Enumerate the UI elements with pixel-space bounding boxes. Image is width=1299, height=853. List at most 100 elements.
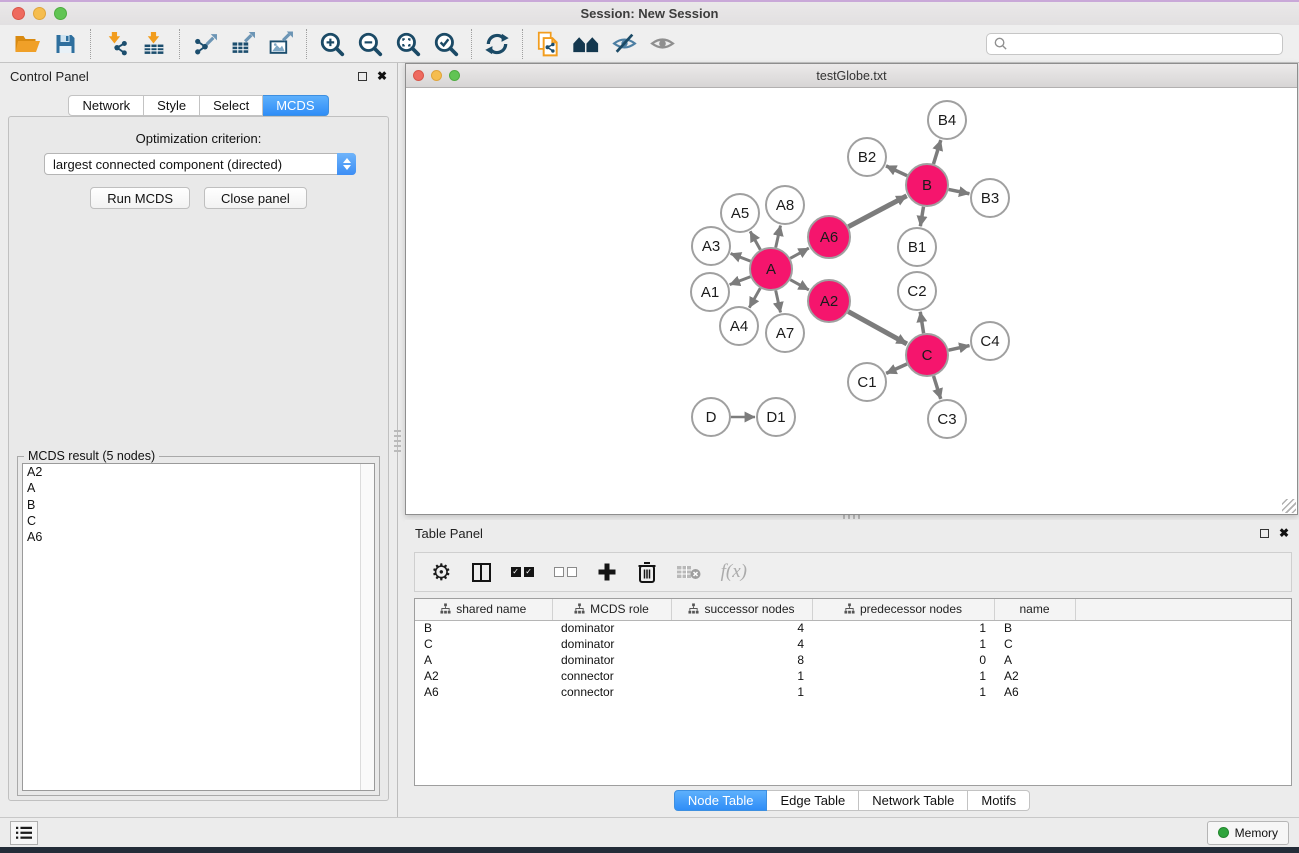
node-label-C1: C1	[857, 374, 876, 391]
control-panel-header: Control Panel ✖	[0, 63, 397, 89]
close-panel-icon[interactable]: ✖	[1279, 529, 1289, 538]
table-row[interactable]: Adominator80A	[415, 652, 1291, 668]
table-row[interactable]: Cdominator41C	[415, 636, 1291, 652]
tab-network-table[interactable]: Network Table	[859, 790, 968, 811]
show-columns-button[interactable]	[472, 559, 491, 585]
table-row[interactable]: A2connector11A2	[415, 668, 1291, 684]
tab-motifs[interactable]: Motifs	[968, 790, 1030, 811]
edge-A-A5[interactable]	[750, 231, 760, 249]
network-titlebar: testGlobe.txt	[406, 64, 1297, 88]
column-header-mcds-role[interactable]: MCDS role	[552, 599, 671, 620]
export-table-button[interactable]	[224, 28, 262, 60]
result-list-item[interactable]: B	[23, 497, 374, 513]
float-panel-icon[interactable]	[1260, 529, 1269, 538]
search-input[interactable]	[1008, 37, 1276, 51]
import-network-button[interactable]	[97, 28, 135, 60]
edge-A2-C[interactable]	[848, 312, 907, 344]
save-session-button[interactable]	[46, 28, 84, 60]
function-builder-button[interactable]: f(x)	[721, 559, 747, 585]
first-neighbors-button[interactable]	[567, 28, 605, 60]
vertical-split-grip[interactable]	[394, 430, 401, 452]
export-network-button[interactable]	[186, 28, 224, 60]
hide-selected-icon	[611, 31, 638, 56]
hide-selected-button[interactable]	[605, 28, 643, 60]
edge-C-C2[interactable]	[920, 312, 923, 334]
result-list-item[interactable]: A6	[23, 529, 374, 545]
edge-B-B2[interactable]	[886, 166, 907, 176]
edge-A-A8[interactable]	[776, 226, 781, 248]
edge-A-A2[interactable]	[790, 280, 809, 290]
new-network-from-selection-button[interactable]	[529, 28, 567, 60]
search-box[interactable]	[986, 33, 1283, 55]
column-header-predecessor-nodes[interactable]: predecessor nodes	[812, 599, 994, 620]
edge-A-A3[interactable]	[731, 254, 751, 262]
table-row[interactable]: A6connector11A6	[415, 684, 1291, 700]
edge-A-A4[interactable]	[749, 288, 760, 308]
edge-A6-B[interactable]	[848, 196, 906, 227]
edge-A-A6[interactable]	[790, 248, 809, 258]
show-all-icon	[649, 31, 676, 56]
mcds-result-groupbox: MCDS result (5 nodes) A2ABCA6	[17, 456, 380, 796]
network-canvas[interactable]: AA1A2A3A4A5A6A7A8BB1B2B3B4CC1C2C3C4DD1	[406, 88, 1297, 514]
memory-button[interactable]: Memory	[1207, 821, 1289, 845]
desktop-background	[0, 847, 1299, 853]
table-settings-button[interactable]: ⚙	[431, 559, 452, 585]
select-all-button[interactable]: ✓✓	[511, 559, 534, 585]
result-list-item[interactable]: C	[23, 513, 374, 529]
export-table-icon	[230, 31, 256, 56]
task-history-button[interactable]	[10, 821, 38, 845]
result-list-item[interactable]: A	[23, 480, 374, 496]
edge-B-B3[interactable]	[949, 189, 970, 193]
criterion-select[interactable]: largest connected component (directed)	[44, 153, 356, 175]
tab-edge-table[interactable]: Edge Table	[767, 790, 859, 811]
zoom-fit-button[interactable]	[389, 28, 427, 60]
delete-table-button[interactable]	[677, 559, 701, 585]
delete-column-button[interactable]	[637, 559, 657, 585]
result-list-item[interactable]: A2	[23, 464, 374, 480]
tab-node-table[interactable]: Node Table	[674, 790, 768, 811]
deselect-all-button[interactable]	[554, 559, 577, 585]
edge-A-A1[interactable]	[730, 277, 751, 285]
open-session-button[interactable]	[8, 28, 46, 60]
optimization-criterion-label: Optimization criterion:	[9, 131, 388, 146]
tab-select[interactable]: Select	[200, 95, 263, 116]
zoom-in-button[interactable]	[313, 28, 351, 60]
column-header-name[interactable]: name	[994, 599, 1075, 620]
table-row[interactable]: Bdominator41B	[415, 620, 1291, 636]
table-tabs: Node TableEdge TableNetwork TableMotifs	[405, 790, 1299, 811]
tab-mcds[interactable]: MCDS	[263, 95, 328, 116]
control-panel: Control Panel ✖ NetworkStyleSelectMCDS O…	[0, 63, 398, 817]
toolbar-separator	[522, 29, 523, 59]
edge-C-C4[interactable]	[948, 346, 969, 351]
edge-C-C3[interactable]	[934, 376, 941, 399]
import-table-icon	[141, 31, 167, 56]
zoom-out-button[interactable]	[351, 28, 389, 60]
list-icon	[15, 825, 33, 841]
import-table-button[interactable]	[135, 28, 173, 60]
refresh-layout-button[interactable]	[478, 28, 516, 60]
run-mcds-button[interactable]: Run MCDS	[90, 187, 190, 209]
control-panel-tabs: NetworkStyleSelectMCDS	[0, 95, 397, 116]
export-image-button[interactable]	[262, 28, 300, 60]
edge-B-B4[interactable]	[933, 140, 940, 164]
close-panel-icon[interactable]: ✖	[377, 72, 387, 81]
export-image-icon	[268, 31, 294, 56]
edge-C-C1[interactable]	[886, 364, 907, 373]
close-panel-button[interactable]: Close panel	[204, 187, 307, 209]
zoom-selected-button[interactable]	[427, 28, 465, 60]
mcds-result-list[interactable]: A2ABCA6	[22, 463, 375, 791]
float-panel-icon[interactable]	[358, 72, 367, 81]
edge-B-B1[interactable]	[920, 207, 923, 227]
add-column-button[interactable]	[597, 559, 617, 585]
edge-A-A7[interactable]	[776, 290, 781, 312]
result-scrollbar[interactable]	[360, 464, 374, 790]
column-header-successor-nodes[interactable]: successor nodes	[671, 599, 812, 620]
window-resize-grip[interactable]	[1282, 499, 1296, 513]
criterion-value: largest connected component (directed)	[45, 157, 337, 172]
node-label-C4: C4	[980, 333, 999, 350]
show-all-button[interactable]	[643, 28, 681, 60]
node-label-A8: A8	[776, 197, 794, 214]
tab-style[interactable]: Style	[144, 95, 200, 116]
tab-network[interactable]: Network	[68, 95, 144, 116]
column-header-shared-name[interactable]: shared name	[415, 599, 552, 620]
